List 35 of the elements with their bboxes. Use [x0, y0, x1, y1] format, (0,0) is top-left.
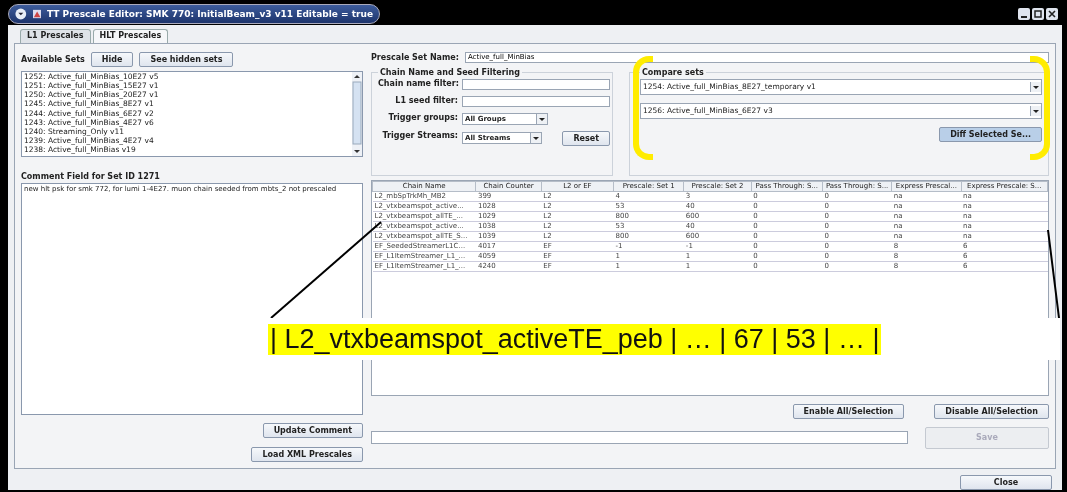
filter-label: Trigger Streams:	[381, 130, 458, 142]
load-xml-button[interactable]: Load XML Prescales	[251, 447, 363, 462]
filter-label: Chain name filter:	[378, 78, 458, 90]
window-title: TT Prescale Editor: SMK 770: InitialBeam_v3 v11 Editable = true	[46, 8, 373, 19]
app-icon	[32, 8, 41, 19]
dropdown-arrow-icon[interactable]	[536, 113, 547, 124]
filter-field[interactable]	[462, 95, 610, 107]
close-button[interactable]: Close	[960, 475, 1052, 490]
dropdown-arrow-icon[interactable]	[1030, 81, 1041, 92]
maximize-icon[interactable]	[1032, 7, 1044, 20]
tab[interactable]: HLT Prescales	[92, 28, 169, 43]
sets-list[interactable]	[21, 70, 363, 157]
diff-button[interactable]: Diff Selected Se...	[939, 126, 1042, 142]
hide-button[interactable]: Hide	[90, 51, 134, 67]
dropdown-arrow-icon[interactable]	[1030, 105, 1041, 116]
dropdown-arrow-icon[interactable]	[530, 133, 542, 144]
scrollbar[interactable]	[352, 71, 362, 156]
close-icon[interactable]	[1046, 7, 1058, 20]
set-name-label: Prescale Set Name:	[371, 52, 459, 62]
minimize-icon[interactable]	[1018, 7, 1030, 20]
filter-label: L1 seed filter:	[394, 95, 458, 107]
reset-button[interactable]: Reset	[562, 130, 610, 146]
tab[interactable]: L1 Prescales	[20, 28, 91, 43]
filter-panel-title: Chain Name and Seed Filtering	[379, 67, 521, 77]
disable-all-button[interactable]: Disable All/Selection	[934, 403, 1049, 419]
filter-label: Trigger groups:	[387, 112, 458, 124]
compare-panel-title: Compare sets	[641, 67, 705, 77]
annotation-callout: | L2_vtxbeamspot_activeTE_peb | … | 67 | 53 | … |	[268, 323, 882, 355]
available-sets-label: Available Sets	[21, 54, 85, 64]
see-hidden-sets-button[interactable]: See hidden sets	[139, 51, 234, 67]
comment-label: Comment Field for Set ID 1271	[21, 171, 161, 181]
update-comment-button[interactable]: Update Comment	[262, 423, 363, 438]
filter-field[interactable]	[462, 78, 610, 90]
enable-all-button[interactable]: Enable All/Selection	[792, 403, 905, 419]
menu-icon[interactable]	[15, 6, 27, 21]
